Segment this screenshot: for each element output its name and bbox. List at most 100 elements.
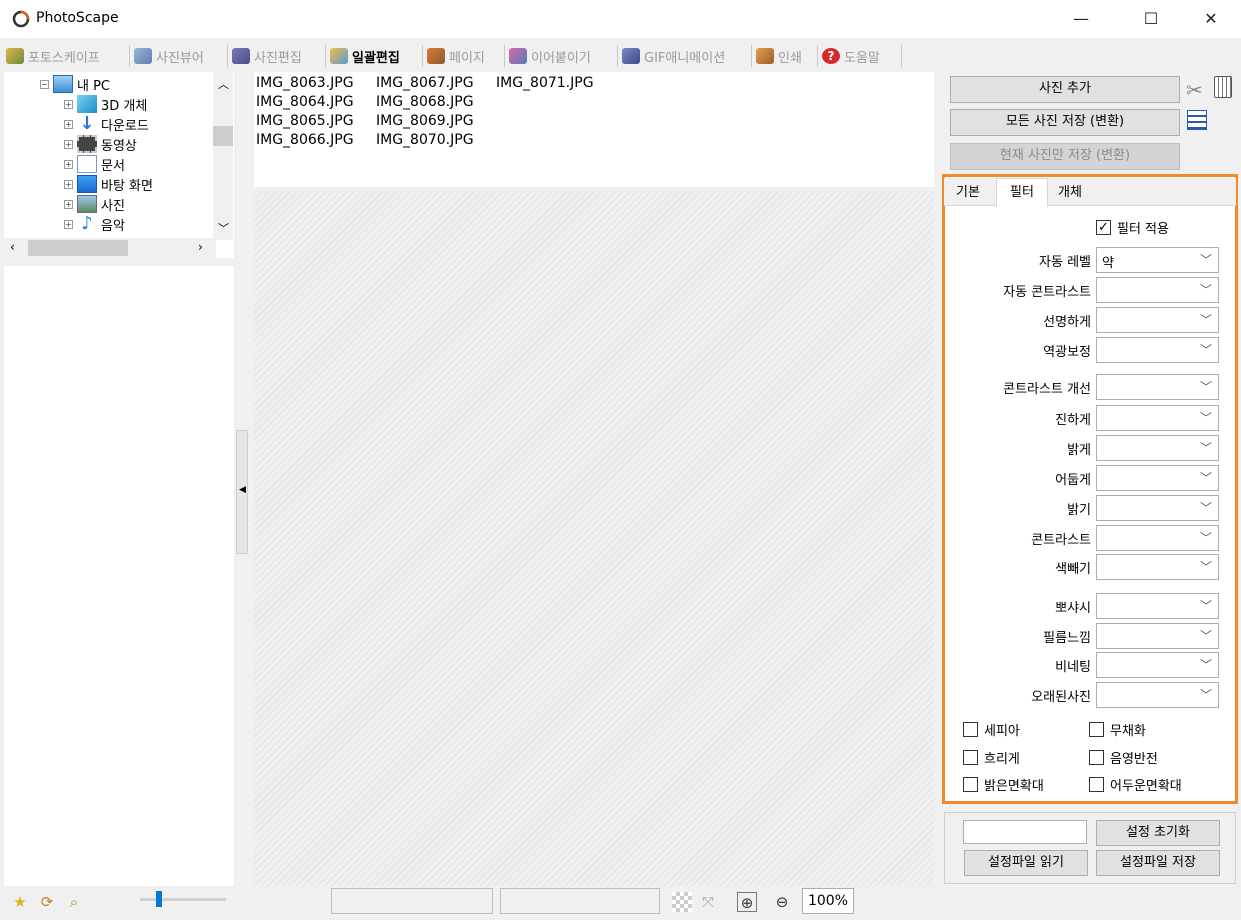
add-photo-button[interactable]: 사진 추가 [950, 76, 1180, 103]
file-item[interactable]: IMG_8063.JPG [256, 75, 354, 91]
auto-contrast-select[interactable]: ﹀ [1096, 277, 1219, 303]
file-item[interactable]: IMG_8064.JPG [256, 94, 354, 110]
star-icon[interactable]: ★ [10, 892, 30, 912]
file-list[interactable]: IMG_8063.JPG IMG_8064.JPG IMG_8065.JPG I… [254, 72, 934, 187]
transparency-icon[interactable] [672, 892, 692, 912]
darken-select[interactable]: ﹀ [1096, 465, 1219, 491]
file-item[interactable]: IMG_8070.JPG [376, 132, 474, 148]
vignetting-select[interactable]: ﹀ [1096, 652, 1219, 678]
tab-object[interactable]: 개체 [1050, 182, 1090, 206]
scroll-down-icon[interactable]: ﹀ [218, 220, 229, 236]
folder-search-icon[interactable]: ⌕ [64, 892, 84, 912]
contrast-select[interactable]: ﹀ [1096, 525, 1219, 551]
old-photo-select[interactable]: ﹀ [1096, 682, 1219, 708]
settings-name-field[interactable] [963, 820, 1087, 844]
folder-tree[interactable]: − 내 PC + 3D 개체 + ↓ 다운로드 + 동영상 + 문서 + 바탕 … [4, 72, 234, 258]
zoom-icon[interactable]: ⊖ [772, 892, 792, 912]
file-item[interactable]: IMG_8066.JPG [256, 132, 354, 148]
file-item[interactable]: IMG_8068.JPG [376, 94, 474, 110]
tab-page[interactable]: 페이지 [427, 43, 485, 69]
apply-filter-checkbox[interactable]: ✓ 필터 적용 [1096, 218, 1169, 237]
negative-checkbox[interactable]: 음영반전 [1089, 748, 1158, 767]
actual-size-icon[interactable]: ⊕ [737, 892, 757, 912]
film-effect-select[interactable]: ﹀ [1096, 623, 1219, 649]
tab-editor[interactable]: 사진편집 [232, 43, 302, 69]
sharpen-select[interactable]: ﹀ [1096, 307, 1219, 333]
file-item[interactable]: IMG_8069.JPG [376, 113, 474, 129]
expand-icon[interactable]: + [64, 139, 73, 149]
checkbox-icon[interactable] [1089, 750, 1104, 765]
expand-icon[interactable]: + [64, 159, 73, 169]
expand-icon[interactable]: + [64, 179, 73, 189]
contrast-enhance-select[interactable]: ﹀ [1096, 374, 1219, 400]
tree-item-my-pc[interactable]: − 내 PC [40, 74, 110, 94]
expand-icon[interactable]: + [64, 99, 73, 109]
tree-item[interactable]: + 3D 개체 [64, 94, 147, 114]
rotate-icon[interactable]: ⟳ [37, 892, 57, 912]
trash-icon[interactable] [1214, 76, 1232, 98]
close-button[interactable]: ✕ [1188, 0, 1234, 38]
bloom-select[interactable]: ﹀ [1096, 593, 1219, 619]
save-settings-button[interactable]: 설정파일 저장 [1096, 850, 1220, 876]
grayscale-checkbox[interactable]: 무채화 [1089, 720, 1146, 739]
expand-icon[interactable]: + [64, 119, 73, 129]
thumbnail-size-slider[interactable] [140, 891, 226, 907]
tab-gif-animation[interactable]: GIF애니메이션 [622, 43, 725, 69]
checkbox-icon[interactable] [963, 722, 978, 737]
panel-splitter[interactable]: ◀ [236, 430, 248, 554]
reset-settings-button[interactable]: 설정 초기화 [1096, 820, 1220, 846]
scroll-left-icon[interactable]: ‹ [10, 240, 15, 254]
collapse-arrow-icon[interactable]: ◀ [239, 485, 246, 495]
checkbox-icon[interactable] [1089, 777, 1104, 792]
file-item[interactable]: IMG_8067.JPG [376, 75, 474, 91]
checkbox-icon[interactable] [1089, 722, 1104, 737]
save-all-button[interactable]: 모든 사진 저장 (변환) [950, 109, 1180, 136]
tree-item[interactable]: + 사진 [64, 194, 125, 214]
tree-item[interactable]: + 바탕 화면 [64, 174, 153, 194]
desaturate-select[interactable]: ﹀ [1096, 554, 1219, 580]
expand-shadows-checkbox[interactable]: 어두운면확대 [1089, 775, 1182, 794]
list-view-icon[interactable] [1187, 110, 1207, 130]
checkbox-icon[interactable] [963, 777, 978, 792]
scroll-up-icon[interactable]: ︿ [218, 76, 229, 92]
tab-batch-editor[interactable]: 일괄편집 [330, 43, 400, 69]
tree-item[interactable]: + 동영상 [64, 134, 137, 154]
tab-print[interactable]: 인쇄 [756, 43, 802, 69]
scroll-thumb[interactable] [213, 126, 233, 146]
tab-help[interactable]: ? 도움말 [822, 43, 880, 69]
tree-item[interactable]: + ♪ 음악 [64, 214, 125, 234]
remove-icon[interactable]: ✂ [1186, 78, 1203, 102]
tree-vertical-scrollbar[interactable]: ︿ ﹀ [213, 72, 233, 240]
brightness-select[interactable]: ﹀ [1096, 495, 1219, 521]
sepia-checkbox[interactable]: 세피아 [963, 720, 1020, 739]
load-settings-button[interactable]: 설정파일 읽기 [964, 850, 1088, 876]
slider-thumb[interactable] [156, 891, 162, 907]
expand-icon[interactable]: + [64, 219, 73, 229]
file-item[interactable]: IMG_8071.JPG [496, 75, 594, 91]
tab-basic[interactable]: 기본 [948, 182, 988, 206]
backlight-select[interactable]: ﹀ [1096, 337, 1219, 363]
auto-level-select[interactable]: 약 ﹀ [1096, 247, 1219, 273]
checkbox-icon[interactable] [963, 750, 978, 765]
checkbox-checked-icon[interactable]: ✓ [1096, 220, 1111, 235]
brighten-select[interactable]: ﹀ [1096, 435, 1219, 461]
blur-checkbox[interactable]: 흐리게 [963, 748, 1020, 767]
scroll-right-icon[interactable]: › [198, 240, 203, 254]
expand-icon[interactable]: + [64, 199, 73, 209]
tab-viewer[interactable]: 사진뷰어 [134, 43, 204, 69]
tree-horizontal-scrollbar[interactable]: ‹ › [4, 238, 216, 258]
tab-photoscape[interactable]: 포토스케이프 [6, 43, 100, 69]
file-item[interactable]: IMG_8065.JPG [256, 113, 354, 129]
maximize-button[interactable]: ☐ [1128, 0, 1174, 38]
deepen-select[interactable]: ﹀ [1096, 405, 1219, 431]
collapse-icon[interactable]: − [40, 79, 49, 89]
tab-filter[interactable]: 필터 [996, 178, 1048, 207]
scroll-thumb[interactable] [28, 240, 128, 256]
tree-item[interactable]: + ↓ 다운로드 [64, 114, 149, 134]
tree-item[interactable]: + 문서 [64, 154, 125, 174]
photo-preview-area[interactable] [254, 192, 934, 886]
tab-combine[interactable]: 이어붙이기 [509, 43, 591, 69]
expand-highlights-checkbox[interactable]: 밝은면확대 [963, 775, 1044, 794]
fit-screen-icon[interactable]: ⤧ [698, 892, 718, 912]
minimize-button[interactable]: — [1058, 0, 1104, 38]
